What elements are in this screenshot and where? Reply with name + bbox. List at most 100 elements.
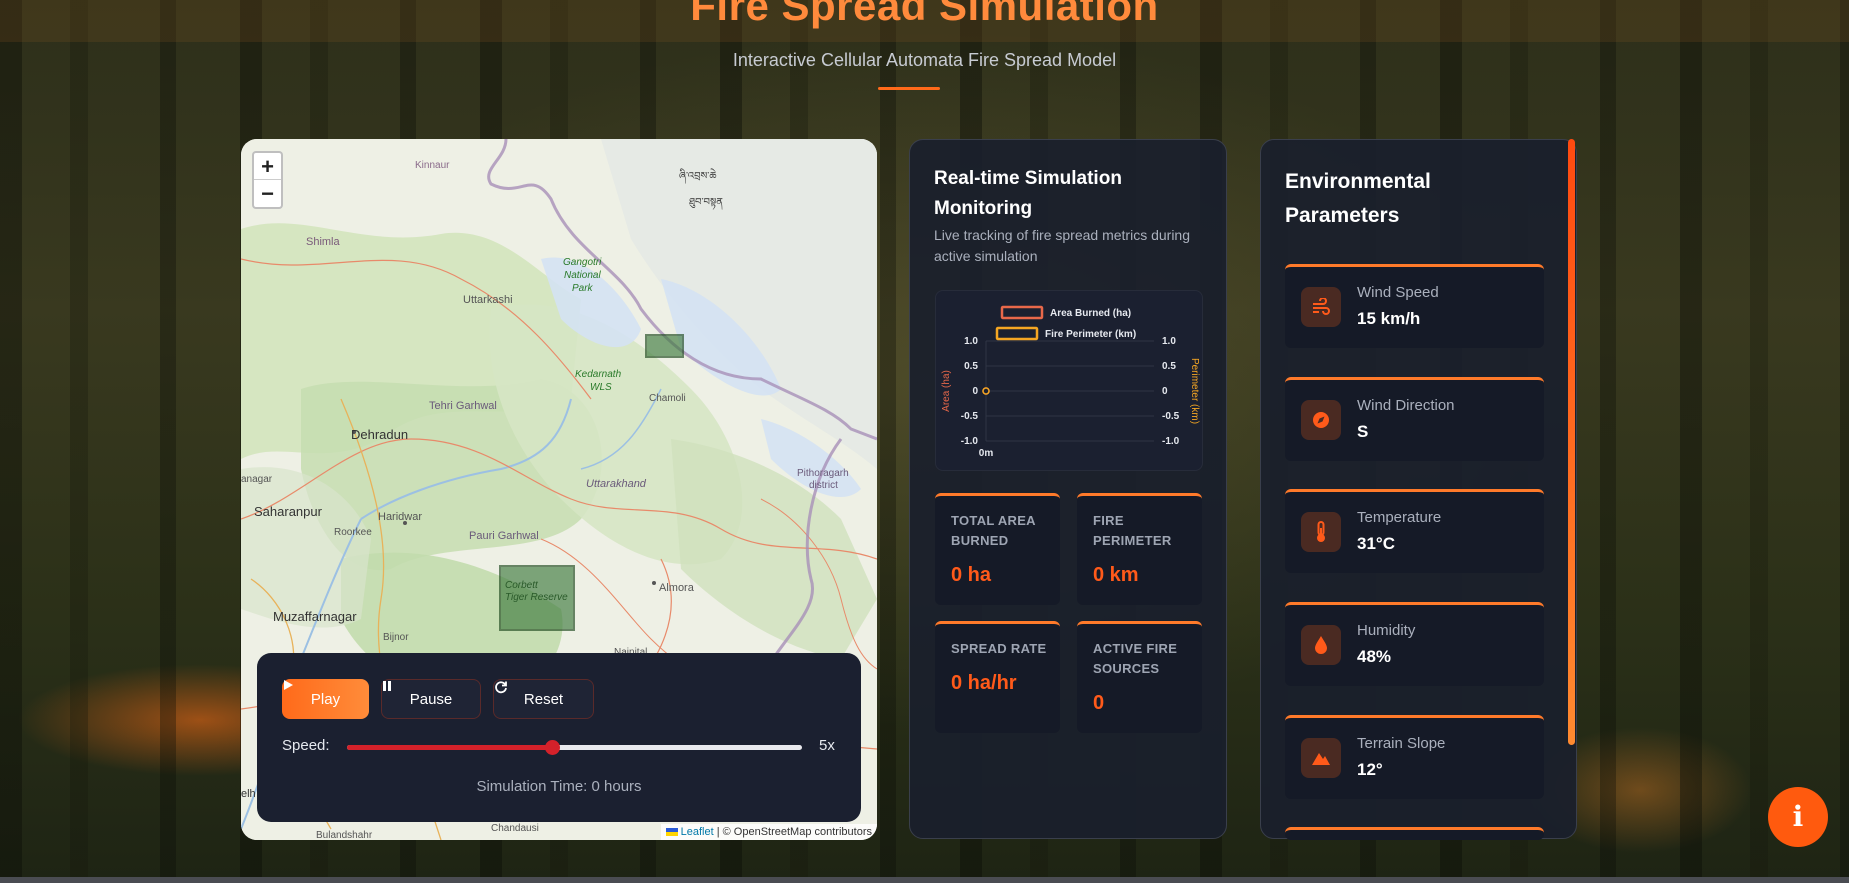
param-label: Wind Speed [1357, 284, 1439, 301]
mountain-icon [1301, 738, 1341, 778]
play-button[interactable]: Play [282, 679, 369, 719]
stat-card-active-fire-sources: ACTIVE FIRE SOURCES 0 [1077, 621, 1202, 733]
wind-icon [1301, 287, 1341, 327]
stat-value: 0 [1093, 692, 1105, 714]
param-value: 12° [1357, 760, 1383, 779]
param-label: Terrain Slope [1357, 735, 1446, 752]
map-label: Tehri Garhwal [429, 400, 497, 412]
stat-label: ACTIVE FIRE SOURCES [1093, 641, 1178, 676]
param-value: 48% [1357, 647, 1392, 666]
y2-tick-label: -1.0 [1162, 436, 1180, 447]
zoom-out-button[interactable]: − [254, 180, 281, 207]
map-label: anagar [241, 474, 273, 485]
pause-button[interactable]: Pause [381, 679, 481, 719]
info-button[interactable]: i [1768, 787, 1828, 847]
param-temperature: Temperature 31°C [1285, 489, 1544, 573]
map-label: National [564, 270, 601, 281]
reset-button-label: Reset [523, 690, 564, 708]
map-label: Kedarnath [575, 369, 622, 380]
map-label: Pithoragarh [797, 468, 849, 479]
y2-axis-label: Perimeter (km) [1189, 358, 1200, 424]
param-humidity: Humidity 48% [1285, 602, 1544, 686]
thermometer-icon [1301, 512, 1341, 552]
param-wind-direction: Wind Direction S [1285, 377, 1544, 461]
map-attribution: Leaflet | © OpenStreetMap contributors [660, 824, 877, 840]
param-wind-speed: Wind Speed 15 km/h [1285, 264, 1544, 348]
zoom-in-button[interactable]: + [254, 153, 281, 180]
param-terrain-slope: Terrain Slope 12° [1285, 715, 1544, 799]
map-label: Roorkee [334, 527, 372, 538]
map-label: Haridwar [378, 511, 422, 523]
map-label: Uttarkashi [463, 294, 513, 306]
y-tick-label: 0 [972, 386, 978, 397]
monitoring-title-line2: Monitoring [934, 198, 1033, 219]
map-label: ཞི་འབྲས་ཆེ [679, 168, 716, 184]
param-value: 15 km/h [1357, 309, 1421, 328]
speed-slider-handle[interactable] [544, 740, 560, 755]
map-label: Almora [659, 582, 695, 594]
y-tick-label: 0.5 [964, 361, 978, 372]
monitoring-title-line1: Real-time Simulation [934, 168, 1122, 189]
stat-value: 0 ha [951, 564, 992, 586]
fire-map[interactable]: Kinnaur ཞི་འབྲས་ཆེ ཐུབ་བསྟན Shimla Gango… [241, 139, 877, 840]
map-label: Dehradun [351, 427, 408, 442]
map-label: Pauri Garhwal [469, 530, 539, 542]
map-label: Shimla [306, 236, 341, 248]
param-card-partial [1285, 827, 1544, 840]
environment-title-line1: Environmental [1285, 170, 1431, 193]
legend-label: Area Burned (ha) [1050, 308, 1131, 319]
speed-slider-fill [347, 745, 552, 750]
stat-value: 0 km [1093, 564, 1139, 586]
pause-button-label: Pause [409, 690, 453, 708]
monitoring-description: Live tracking of fire spread metrics dur… [934, 227, 1190, 264]
map-label: Kinnaur [415, 160, 450, 171]
reset-button[interactable]: Reset [493, 679, 594, 719]
y-tick-label: -1.0 [961, 436, 979, 447]
environment-panel: Environmental Parameters Wind Speed 15 k… [1260, 139, 1577, 840]
y2-tick-label: -0.5 [1162, 411, 1180, 422]
speed-slider[interactable] [347, 740, 802, 755]
play-icon [284, 680, 293, 690]
stat-card-area-burned: TOTAL AREA BURNED 0 ha [935, 493, 1060, 605]
title-underline [878, 87, 940, 90]
param-label: Wind Direction [1357, 397, 1455, 414]
param-value: 31°C [1357, 534, 1395, 553]
map-label: Saharanpur [254, 504, 323, 519]
legend-swatch [995, 326, 1039, 341]
legend-label: Fire Perimeter (km) [1045, 329, 1136, 340]
map-label: Bijnor [383, 632, 409, 643]
map-label: Bulandshahr [316, 830, 373, 840]
y-tick-label: 1.0 [964, 336, 978, 347]
y2-tick-label: 0 [1162, 386, 1168, 397]
environment-scrollbar[interactable] [1568, 139, 1575, 745]
param-label: Humidity [1357, 622, 1416, 639]
pause-icon [383, 681, 391, 691]
metrics-chart-svg: Area Burned (ha) Fire Perimeter (km) 1.0 1.… [941, 305, 1200, 459]
page-title: Fire Spread Simulation [690, 0, 1159, 29]
data-point [982, 387, 990, 395]
play-button-label: Play [310, 690, 341, 708]
zoom-control: + − [252, 151, 283, 209]
map-label: Gangotri [563, 257, 602, 268]
droplet-icon [1301, 625, 1341, 665]
metrics-chart: Area Burned (ha) Fire Perimeter (km) 1.0 1.… [935, 290, 1203, 471]
monitoring-panel: Real-time Simulation Monitoring Live tra… [909, 139, 1227, 839]
speed-label: Speed: [282, 737, 330, 754]
leaflet-link[interactable]: Leaflet [681, 826, 714, 838]
environment-title-line2: Parameters [1285, 204, 1400, 227]
stat-label: TOTAL AREA BURNED [951, 513, 1036, 548]
map-label: Park [572, 283, 594, 294]
map-label: Muzaffarnagar [273, 609, 357, 624]
speed-value: 5x [819, 737, 835, 754]
stat-value: 0 ha/hr [951, 672, 1017, 694]
x-tick-label: 0m [979, 448, 994, 459]
ukraine-flag-icon [665, 828, 678, 837]
y-axis-label: Area (ha) [941, 370, 952, 412]
param-label: Temperature [1357, 509, 1442, 526]
stat-card-fire-perimeter: FIRE PERIMETER 0 km [1077, 493, 1202, 605]
stat-label: SPREAD RATE [951, 641, 1047, 656]
attribution-text: | © OpenStreetMap contributors [713, 826, 872, 838]
param-value: S [1357, 422, 1369, 441]
y-tick-label: -0.5 [961, 411, 979, 422]
y2-tick-label: 0.5 [1162, 361, 1176, 372]
